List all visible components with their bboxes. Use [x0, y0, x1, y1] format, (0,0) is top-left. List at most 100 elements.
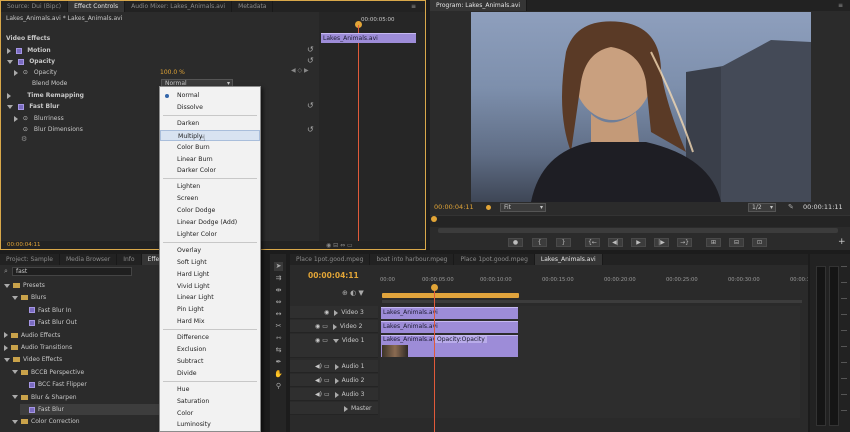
slide-tool-icon[interactable]: ⇆ — [274, 346, 283, 355]
blend-mode-option[interactable]: Divide — [160, 368, 260, 379]
timeline-playhead-marker[interactable] — [431, 284, 438, 291]
blend-mode-option[interactable]: Linear Light — [160, 292, 260, 303]
speaker-icon[interactable]: ◀) — [315, 391, 322, 398]
blend-mode-option[interactable]: Hard Light — [160, 269, 260, 280]
expand-icon[interactable] — [14, 115, 18, 122]
track-select-tool-icon[interactable]: ⇉ — [274, 274, 283, 283]
speaker-icon[interactable]: ◀) — [315, 377, 322, 384]
opacity-row[interactable]: Opacity — [7, 56, 55, 67]
tab-media-browser[interactable]: Media Browser — [60, 254, 118, 265]
tab-sequence-2[interactable]: boat into harbour.mpeg — [370, 254, 455, 265]
blend-mode-option[interactable]: Color — [160, 408, 260, 419]
ec-current-time[interactable]: 00:00:04:11 — [7, 240, 41, 249]
step-back-button[interactable]: ◀| — [608, 238, 623, 247]
expand-icon[interactable] — [4, 332, 8, 339]
slip-tool-icon[interactable]: ⇿ — [274, 334, 283, 343]
blend-mode-option[interactable]: Linear Dodge (Add) — [160, 217, 260, 228]
blend-mode-option[interactable]: Overlay — [160, 245, 260, 256]
blend-mode-option[interactable]: Vivid Light — [160, 281, 260, 292]
pen-tool-icon[interactable]: ✒ — [274, 358, 283, 367]
effects-tree-item[interactable]: Audio Effects — [4, 330, 60, 341]
tab-effects[interactable]: Effects — [141, 254, 160, 265]
blend-mode-option[interactable]: Multiply — [160, 129, 260, 141]
add-button[interactable]: + — [838, 237, 846, 247]
rolling-edit-tool-icon[interactable]: ⇔ — [274, 298, 283, 307]
effects-tree-item[interactable]: BCCB Perspective — [12, 367, 84, 378]
tab-info[interactable]: Info — [117, 254, 142, 265]
blend-mode-option[interactable]: Hue — [160, 384, 260, 395]
settings-icon[interactable]: ⚙ — [21, 135, 27, 143]
program-playhead-icon[interactable] — [431, 216, 437, 222]
collapse-icon[interactable] — [4, 357, 10, 362]
tab-sequence-1[interactable]: Place 1pot.good.mpeg — [290, 254, 371, 265]
collapse-icon[interactable] — [12, 395, 18, 400]
add-marker-button[interactable]: ● — [508, 238, 523, 247]
mark-out-button[interactable]: } — [556, 238, 571, 247]
clip-video-3[interactable]: Lakes_Animals.avi — [381, 307, 518, 319]
play-button[interactable]: ▶ — [631, 238, 646, 247]
blend-mode-option[interactable]: Saturation — [160, 396, 260, 407]
ec-footer-icons[interactable]: ◉ ⊟ ⇔ ▭ — [326, 242, 353, 249]
extract-button[interactable]: ⊟ — [729, 238, 744, 247]
collapse-icon[interactable] — [7, 59, 13, 64]
ec-clip-bar[interactable]: Lakes_Animals.avi — [321, 33, 416, 43]
expand-icon[interactable] — [14, 69, 18, 76]
tab-audio-mixer[interactable]: Audio Mixer: Lakes_Animals.avi — [125, 1, 233, 12]
tab-project[interactable]: Project: Sample — [0, 254, 60, 265]
go-to-out-button[interactable]: →} — [677, 238, 692, 247]
effects-tree-item[interactable]: Video Effects — [4, 354, 62, 365]
lock-icon[interactable]: ▭ — [322, 337, 328, 344]
export-frame-button[interactable]: ⊡ — [752, 238, 767, 247]
lock-icon[interactable]: ▭ — [324, 377, 330, 384]
eye-icon[interactable]: ◉ — [324, 309, 329, 316]
effects-tree-item[interactable]: Blurs — [12, 292, 46, 303]
work-area-bar[interactable] — [382, 293, 519, 298]
lock-icon[interactable]: ▭ — [324, 363, 330, 370]
selection-tool-icon[interactable]: ➤ — [274, 262, 283, 271]
blend-mode-option[interactable]: Normal — [160, 90, 260, 101]
effects-tree-item[interactable]: Fast Blur In — [20, 305, 72, 316]
stopwatch-icon[interactable]: ⊙ — [23, 115, 28, 122]
blend-mode-option[interactable]: Darken — [160, 118, 260, 129]
expand-icon[interactable] — [4, 344, 8, 351]
blend-mode-option[interactable]: Screen — [160, 193, 260, 204]
program-ruler[interactable] — [430, 215, 850, 227]
blend-mode-option[interactable]: Exclusion — [160, 344, 260, 355]
opacity-value[interactable]: 100.0 % — [160, 67, 185, 78]
blend-mode-option[interactable]: Color Burn — [160, 142, 260, 153]
blend-mode-option[interactable]: Difference — [160, 332, 260, 343]
panel-menu-icon[interactable]: ≡ — [411, 3, 419, 10]
collapse-icon[interactable] — [12, 419, 18, 424]
opacity-keyframe-dropdown[interactable]: Opacity:Opacity — [435, 336, 487, 343]
effects-tree-item[interactable]: Audio Transitions — [4, 342, 72, 353]
snap-icon[interactable]: ⊕ ◐ ▼ — [342, 289, 364, 297]
razor-tool-icon[interactable]: ✂ — [274, 322, 283, 331]
blend-mode-option[interactable]: Dissolve — [160, 102, 260, 113]
lock-icon[interactable]: ▭ — [322, 323, 328, 330]
collapse-icon[interactable] — [4, 283, 10, 288]
zoom-tool-icon[interactable]: ⚲ — [274, 382, 283, 391]
step-forward-button[interactable]: |▶ — [654, 238, 669, 247]
blend-mode-option[interactable]: Darker Color — [160, 165, 260, 176]
reset-icon[interactable]: ↺ — [307, 56, 314, 65]
keyframe-nav-icon[interactable]: ◀ ◇ ▶ — [291, 67, 309, 74]
blend-mode-option[interactable]: Color Dodge — [160, 205, 260, 216]
blend-mode-option[interactable]: Subtract — [160, 356, 260, 367]
fit-dropdown[interactable]: Fit ▾ — [500, 203, 546, 212]
fast-blur-row[interactable]: Fast Blur — [7, 101, 59, 112]
tab-program[interactable]: Program: Lakes_Animals.avi — [430, 0, 528, 11]
motion-row[interactable]: Motion — [7, 45, 51, 56]
tab-sequence-active[interactable]: Lakes_Animals.avi — [534, 254, 603, 265]
resolution-dropdown[interactable]: 1/2 ▾ — [748, 203, 776, 212]
tab-source[interactable]: Source: Dui (Bipc) — [1, 1, 69, 12]
reset-icon[interactable]: ↺ — [307, 45, 314, 54]
effects-tree-item[interactable]: Blur & Sharpen — [12, 392, 77, 403]
reset-icon[interactable]: ↺ — [307, 101, 314, 110]
tab-metadata[interactable]: Metadata — [232, 1, 274, 12]
blend-mode-option[interactable]: Luminosity — [160, 419, 260, 430]
lift-button[interactable]: ⊞ — [706, 238, 721, 247]
speaker-icon[interactable]: ◀) — [315, 363, 322, 370]
effects-tree-item[interactable]: Fast Blur — [20, 404, 160, 415]
collapse-icon[interactable] — [12, 295, 18, 300]
expand-icon[interactable] — [7, 92, 11, 99]
